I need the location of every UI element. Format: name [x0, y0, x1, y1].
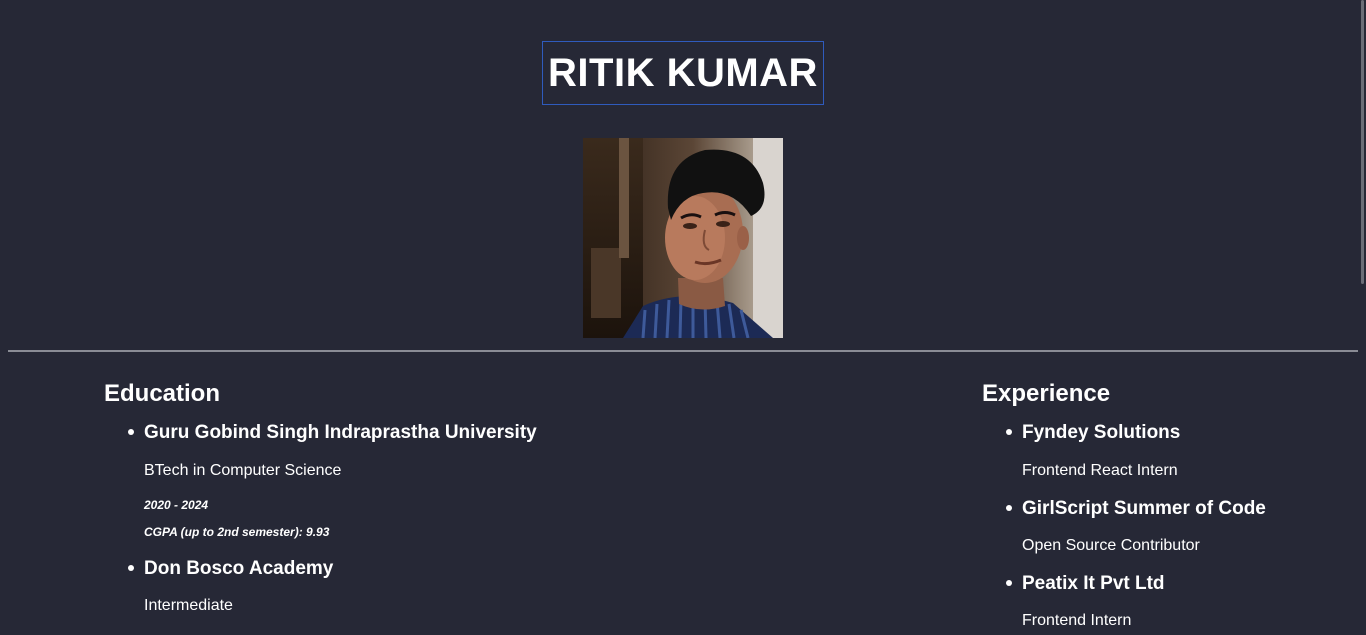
list-item: Don Bosco Academy Intermediate [128, 558, 704, 616]
resume-page: RITIK KUMAR Education Guru Gobind Singh … [0, 0, 1366, 635]
scrollbar-thumb[interactable] [1361, 0, 1364, 284]
company-name: GirlScript Summer of Code [1022, 498, 1266, 519]
education-section: Education Guru Gobind Singh Indraprastha… [104, 378, 704, 616]
list-item: Peatix It Pvt Ltd Frontend Intern [1006, 573, 1352, 631]
bullet-icon [128, 565, 134, 571]
bullet-icon [128, 429, 134, 435]
degree-text: Intermediate [144, 597, 233, 614]
degree-text: BTech in Computer Science [144, 462, 342, 479]
institution-name: Don Bosco Academy [144, 558, 334, 579]
education-heading: Education [104, 380, 221, 407]
list-item: Guru Gobind Singh Indraprastha Universit… [128, 422, 704, 540]
role-text: Open Source Contributor [1022, 537, 1200, 554]
profile-photo [583, 138, 783, 338]
section-divider [8, 350, 1358, 352]
name-header: RITIK KUMAR [542, 41, 824, 105]
institution-name: Guru Gobind Singh Indraprastha Universit… [144, 422, 537, 443]
company-name: Fyndey Solutions [1022, 422, 1181, 443]
score-text: CGPA (up to 2nd semester): 9.93 [144, 525, 330, 539]
years-text: 2020 - 2024 [144, 498, 209, 512]
list-item: GirlScript Summer of Code Open Source Co… [1006, 498, 1352, 556]
role-text: Frontend Intern [1022, 612, 1132, 629]
page-title: RITIK KUMAR [548, 50, 818, 95]
education-list: Guru Gobind Singh Indraprastha Universit… [104, 422, 704, 616]
role-text: Frontend React Intern [1022, 462, 1178, 479]
experience-heading: Experience [982, 380, 1111, 407]
bullet-icon [1006, 580, 1012, 586]
experience-section: Experience Fyndey Solutions Frontend Rea… [982, 378, 1352, 631]
page-scrollbar[interactable] [1358, 0, 1366, 635]
bullet-icon [1006, 429, 1012, 435]
company-name: Peatix It Pvt Ltd [1022, 573, 1165, 594]
avatar [583, 138, 783, 338]
list-item: Fyndey Solutions Frontend React Intern [1006, 422, 1352, 481]
experience-list: Fyndey Solutions Frontend React Intern G… [982, 422, 1352, 631]
bullet-icon [1006, 505, 1012, 511]
